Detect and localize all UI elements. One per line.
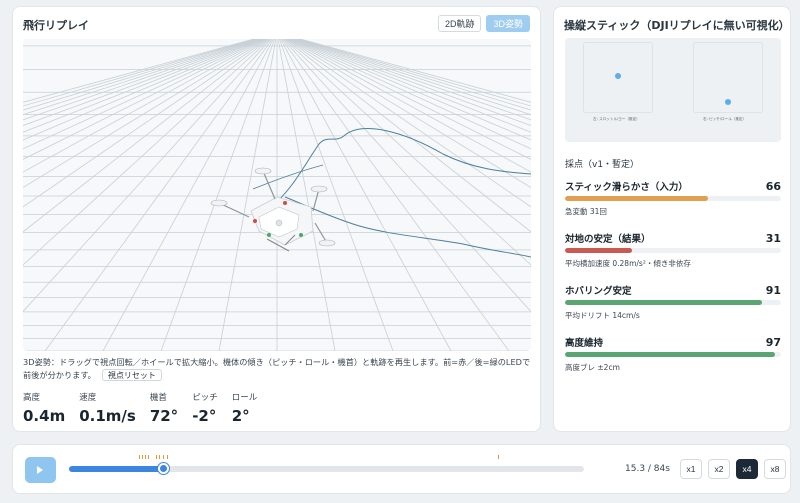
speed-selector: x1 x2 x4 x8 (680, 459, 786, 479)
score-value: 97 (765, 336, 781, 349)
score-note: 高度ブレ ±2cm (565, 363, 620, 372)
event-marker (498, 455, 499, 459)
score-note: 平均ドリフト 14cm/s (565, 311, 640, 320)
right-stick-dot (725, 99, 731, 105)
score-name: ホバリング安定 (565, 286, 632, 297)
metric-roll: ロール 2° (232, 391, 258, 425)
score-note: 急変動 31回 (565, 207, 607, 216)
ground-grid (23, 39, 531, 351)
metric-label: 速度 (79, 393, 97, 403)
score-hover-stability: ホバリング安定 91 平均ドリフト 14cm/s (565, 283, 781, 321)
score-value: 66 (765, 180, 781, 193)
left-stick-dot (615, 73, 621, 79)
right-stick-caption: 右: ピッチ/ロール（推定） (703, 117, 747, 121)
scoring-title: 採点（v1・暫定） (565, 160, 640, 170)
event-marker (139, 455, 140, 459)
score-fill (565, 196, 708, 201)
score-ground-stability: 対地の安定（結果） 31 平均横加速度 0.28m/s²・傾き非依存 (565, 231, 781, 269)
3d-scene (23, 39, 531, 351)
score-fill (565, 248, 632, 253)
flight-path-lower (284, 196, 531, 258)
score-track (565, 300, 781, 305)
score-name: 対地の安定（結果） (565, 234, 651, 245)
speed-x2-button[interactable]: x2 (708, 459, 730, 479)
metric-speed: 速度 0.1m/s (79, 391, 136, 425)
tab-2d-trajectory[interactable]: 2D軌跡 (437, 15, 482, 32)
speed-x4-button[interactable]: x4 (736, 459, 758, 479)
metric-pitch: ピッチ -2° (192, 391, 218, 425)
metric-heading: 機首 72° (150, 391, 178, 425)
metric-label: ロール (231, 393, 258, 403)
metric-value: 72° (149, 407, 179, 425)
timeline-thumb[interactable] (157, 463, 169, 474)
speed-x1-button[interactable]: x1 (680, 459, 702, 479)
3d-viewport[interactable] (23, 39, 531, 351)
metric-label: 機首 (149, 393, 167, 403)
panel-title: 飛行リプレイ (23, 19, 89, 32)
right-stick-area (693, 42, 763, 113)
drone-model (210, 167, 336, 252)
score-value: 91 (765, 284, 781, 297)
help-text: 3D姿勢：ドラッグで視点回転／ホイールで拡大縮小。機体の傾き（ピッチ・ロール・機… (23, 357, 531, 380)
speed-x8-button[interactable]: x8 (764, 459, 786, 479)
left-stick-area (583, 42, 653, 113)
flight-replay-panel: 飛行リプレイ 2D軌跡 3D姿勢 3D姿勢：ドラッグで視点回転／ホイールで拡大縮… (12, 6, 541, 432)
timeline-slider[interactable] (69, 455, 584, 474)
view-toggle: 2D軌跡 3D姿勢 (437, 15, 530, 32)
playback-bar: 15.3 / 84s x1 x2 x4 x8 (12, 444, 791, 494)
viewport-help-text: 3D姿勢：ドラッグで視点回転／ホイールで拡大縮小。機体の傾き（ピッチ・ロール・機… (23, 356, 533, 382)
event-marker (163, 455, 164, 459)
stick-and-score-panel: 操縦スティック（DJIリプレイに無い可視化） 左: スロットル/ヨー（推定） 右… (553, 6, 791, 432)
score-track (565, 248, 781, 253)
score-fill (565, 352, 775, 357)
metric-altitude: 高度 0.4m (23, 391, 65, 425)
score-value: 31 (765, 232, 781, 245)
score-name: 高度維持 (565, 338, 604, 349)
metric-label: 高度 (23, 393, 41, 403)
metric-label: ピッチ (192, 393, 218, 403)
telemetry-metrics: 高度 0.4m 速度 0.1m/s 機首 72° ピッチ -2° ロール 2° (23, 391, 257, 425)
score-altitude-hold: 高度維持 97 高度ブレ ±2cm (565, 335, 781, 373)
score-name: スティック滑らかさ（入力） (565, 182, 688, 193)
play-icon (37, 466, 43, 474)
score-stick-smoothness: スティック滑らかさ（入力） 66 急変動 31回 (565, 179, 781, 217)
score-fill (565, 300, 762, 305)
tab-3d-attitude[interactable]: 3D姿勢 (486, 15, 530, 32)
score-track (565, 352, 781, 357)
event-marker (148, 455, 149, 459)
metric-value: -2° (192, 407, 217, 425)
left-stick-caption: 左: スロットル/ヨー（推定） (593, 117, 640, 121)
timeline-progress (69, 466, 163, 472)
reset-view-button[interactable]: 視点リセット (101, 369, 162, 381)
score-track (565, 196, 781, 201)
metric-value: 0.1m/s (79, 407, 136, 425)
stick-visualizer: 左: スロットル/ヨー（推定） 右: ピッチ/ロール（推定） (565, 38, 781, 142)
event-marker (145, 455, 146, 459)
event-marker (167, 455, 168, 459)
event-marker (159, 455, 160, 459)
metric-value: 0.4m (23, 407, 66, 425)
event-marker (142, 455, 143, 459)
event-marker (156, 455, 157, 459)
score-note: 平均横加速度 0.28m/s²・傾き非依存 (565, 259, 691, 268)
play-button[interactable] (25, 457, 56, 483)
metric-value: 2° (231, 407, 250, 425)
time-readout: 15.3 / 84s (625, 464, 670, 474)
panel-title: 操縦スティック（DJIリプレイに無い可視化） (564, 19, 790, 32)
